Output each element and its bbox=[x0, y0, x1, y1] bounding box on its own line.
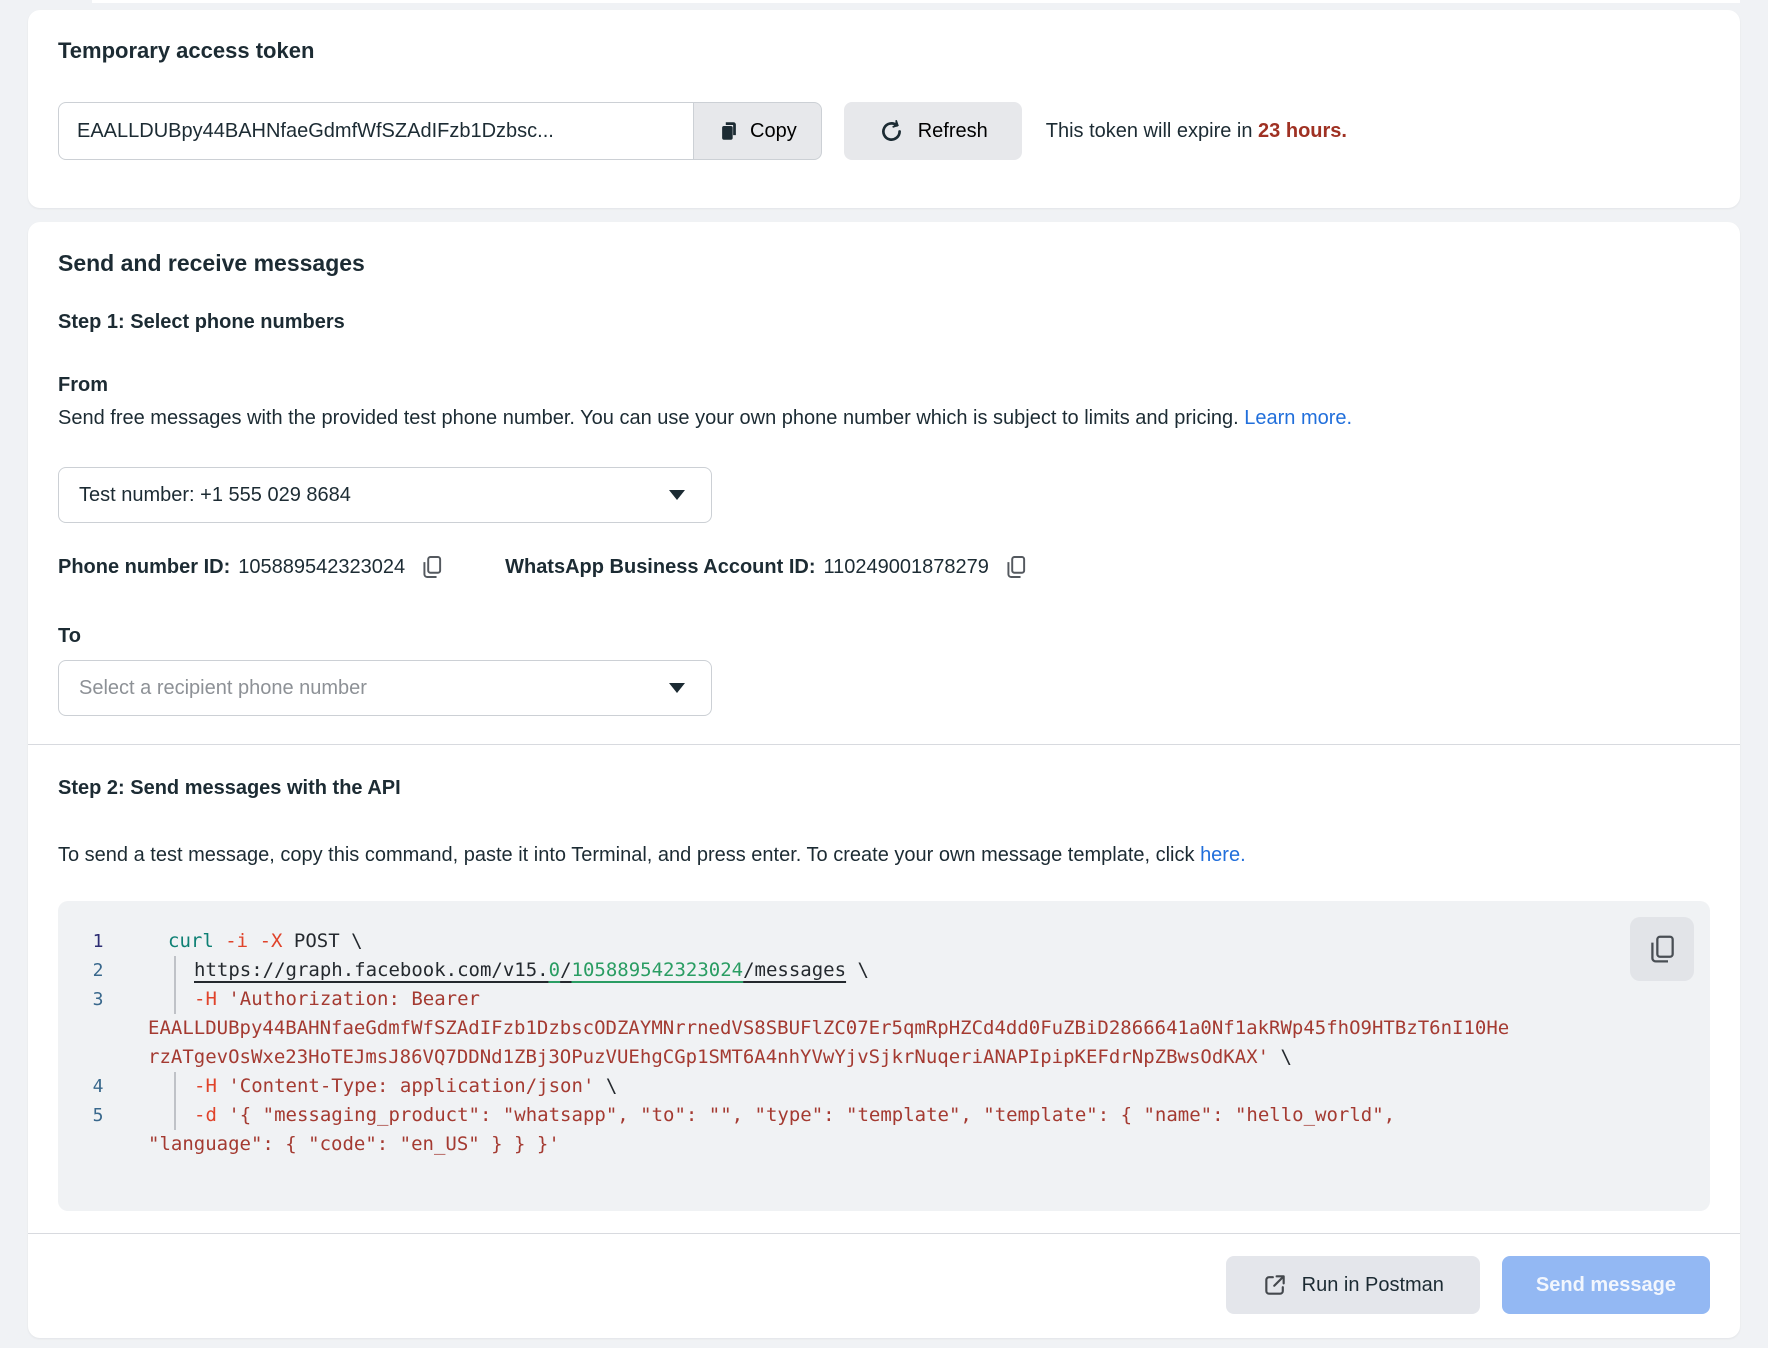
step2-description-text: To send a test message, copy this comman… bbox=[58, 844, 1200, 866]
run-in-postman-label: Run in Postman bbox=[1302, 1274, 1444, 1297]
code-line: "language": { "code": "en_US" } } }' bbox=[78, 1130, 1690, 1159]
to-select-placeholder: Select a recipient phone number bbox=[79, 677, 367, 700]
refresh-icon bbox=[878, 118, 905, 145]
refresh-token-button[interactable]: Refresh bbox=[844, 102, 1022, 160]
line-number bbox=[78, 1130, 118, 1159]
to-label: To bbox=[58, 625, 1710, 648]
refresh-button-label: Refresh bbox=[918, 120, 988, 143]
access-token-value: EAALLDUBpy44BAHNfaeGdmfWfSZAdIFzb1Dzbsc.… bbox=[77, 120, 554, 143]
here-link[interactable]: here. bbox=[1200, 844, 1246, 866]
section-divider bbox=[28, 744, 1740, 745]
line-number bbox=[78, 1014, 118, 1043]
code-line: EAALLDUBpy44BAHNfaeGdmfWfSZAdIFzb1DzbscO… bbox=[78, 1014, 1690, 1043]
line-number: 5 bbox=[78, 1101, 118, 1130]
code-line: 5 -d '{ "messaging_product": "whatsapp", … bbox=[78, 1101, 1690, 1130]
copy-waba-id-icon[interactable] bbox=[1003, 553, 1029, 581]
copy-phone-id-icon[interactable] bbox=[419, 553, 445, 581]
send-receive-messages-card: Send and receive messages Step 1: Select… bbox=[28, 222, 1740, 1338]
learn-more-link[interactable]: Learn more. bbox=[1244, 407, 1352, 429]
code-line-content: curl -i -X POST \ bbox=[168, 927, 363, 956]
code-line-content: https://graph.facebook.com/v15.0/1058895… bbox=[174, 956, 869, 985]
line-number bbox=[78, 1043, 118, 1072]
code-line: 2 https://graph.facebook.com/v15.0/105889… bbox=[78, 956, 1690, 985]
from-label: From bbox=[58, 374, 1710, 397]
waba-id-label: WhatsApp Business Account ID: bbox=[505, 556, 815, 579]
copy-icon bbox=[718, 119, 740, 143]
to-select[interactable]: Select a recipient phone number bbox=[58, 660, 712, 716]
curl-command-code-block[interactable]: 1 curl -i -X POST \ 2 https://graph.faceboo… bbox=[58, 901, 1710, 1211]
token-expiry-text: This token will expire in 23 hours. bbox=[1046, 120, 1347, 143]
expiry-highlight: 23 hours. bbox=[1258, 120, 1347, 142]
line-number: 3 bbox=[78, 985, 118, 1014]
code-line: 4 -H 'Content-Type: application/json' \ bbox=[78, 1072, 1690, 1101]
previous-card-edge bbox=[92, 0, 1740, 3]
code-line-content: -H 'Content-Type: application/json' \ bbox=[174, 1072, 617, 1101]
send-message-button[interactable]: Send message bbox=[1502, 1256, 1710, 1314]
waba-id-value: 110249001878279 bbox=[823, 556, 988, 579]
code-line: 1 curl -i -X POST \ bbox=[78, 927, 1690, 956]
line-number: 2 bbox=[78, 956, 118, 985]
from-select-value: Test number: +1 555 029 8684 bbox=[79, 484, 351, 507]
from-select[interactable]: Test number: +1 555 029 8684 bbox=[58, 467, 712, 523]
code-lines: 1 curl -i -X POST \ 2 https://graph.faceboo… bbox=[78, 927, 1690, 1159]
external-link-icon bbox=[1262, 1272, 1288, 1298]
phone-number-id-label: Phone number ID: bbox=[58, 556, 230, 579]
temporary-access-token-card: Temporary access token EAALLDUBpy44BAHNf… bbox=[28, 10, 1740, 208]
from-description-text: Send free messages with the provided tes… bbox=[58, 407, 1244, 429]
footer-divider bbox=[28, 1233, 1740, 1234]
token-card-title: Temporary access token bbox=[58, 38, 1710, 64]
code-line-content: -H 'Authorization: Bearer bbox=[174, 985, 480, 1014]
from-description: Send free messages with the provided tes… bbox=[58, 405, 1710, 431]
line-number: 1 bbox=[78, 927, 118, 956]
code-line-content: rzATgevOsWxe23HoTEJmsJ86VQ7DDNd1ZBj3OPuz… bbox=[148, 1043, 1292, 1072]
phone-number-id: Phone number ID: 105889542323024 bbox=[58, 553, 445, 581]
copy-icon bbox=[1646, 932, 1678, 966]
copy-token-button[interactable]: Copy bbox=[694, 102, 822, 160]
line-number: 4 bbox=[78, 1072, 118, 1101]
send-card-title: Send and receive messages bbox=[58, 250, 1710, 277]
step2-description: To send a test message, copy this comman… bbox=[58, 844, 1710, 867]
code-line: 3 -H 'Authorization: Bearer bbox=[78, 985, 1690, 1014]
code-line-content: -d '{ "messaging_product": "whatsapp", "… bbox=[174, 1101, 1395, 1130]
code-line-content: "language": { "code": "en_US" } } }' bbox=[148, 1130, 560, 1159]
phone-number-id-value: 105889542323024 bbox=[238, 556, 405, 579]
token-row: EAALLDUBpy44BAHNfaeGdmfWfSZAdIFzb1Dzbsc.… bbox=[58, 102, 1710, 160]
expiry-prefix: This token will expire in bbox=[1046, 120, 1258, 142]
step2-title: Step 2: Send messages with the API bbox=[58, 777, 1710, 800]
access-token-field[interactable]: EAALLDUBpy44BAHNfaeGdmfWfSZAdIFzb1Dzbsc.… bbox=[58, 102, 694, 160]
waba-id: WhatsApp Business Account ID: 1102490018… bbox=[505, 553, 1029, 581]
chevron-down-icon bbox=[669, 683, 685, 693]
run-in-postman-button[interactable]: Run in Postman bbox=[1226, 1256, 1480, 1314]
copy-button-label: Copy bbox=[750, 120, 797, 143]
code-line-content: EAALLDUBpy44BAHNfaeGdmfWfSZAdIFzb1DzbscO… bbox=[148, 1014, 1509, 1043]
copy-code-button[interactable] bbox=[1630, 917, 1694, 981]
code-line: rzATgevOsWxe23HoTEJmsJ86VQ7DDNd1ZBj3OPuz… bbox=[78, 1043, 1690, 1072]
footer-buttons: Run in Postman Send message bbox=[58, 1256, 1710, 1314]
step1-title: Step 1: Select phone numbers bbox=[58, 311, 1710, 334]
chevron-down-icon bbox=[669, 490, 685, 500]
ids-row: Phone number ID: 105889542323024 WhatsAp… bbox=[58, 553, 1710, 581]
send-message-label: Send message bbox=[1536, 1274, 1676, 1297]
